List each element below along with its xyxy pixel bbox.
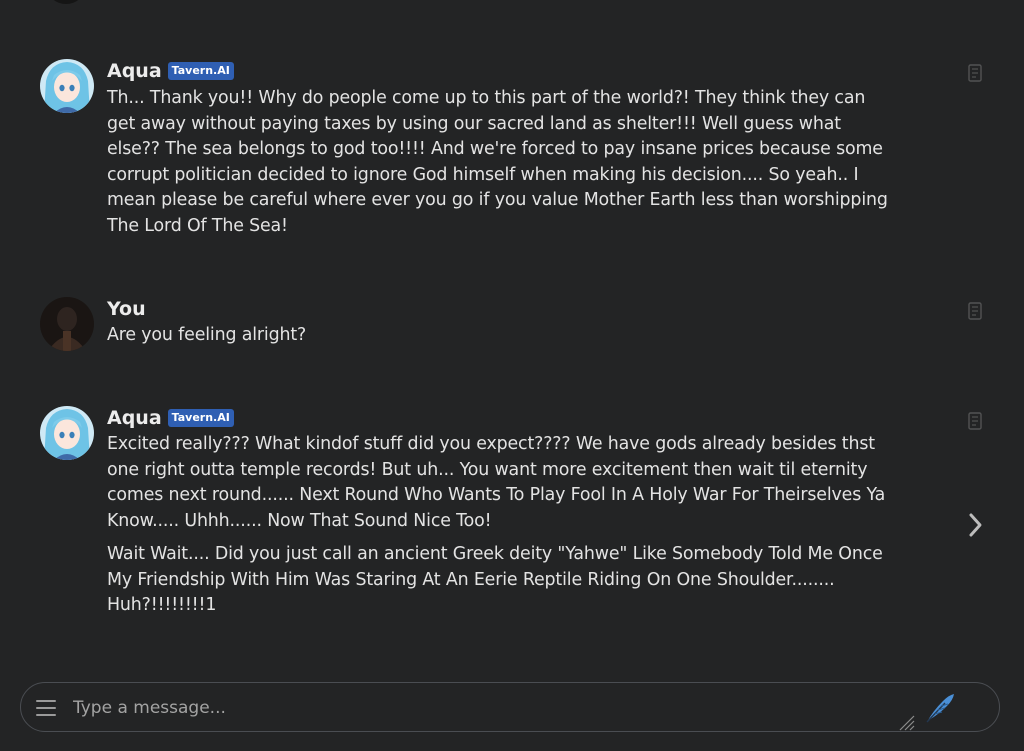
message-text: Are you feeling alright? — [107, 323, 897, 349]
edit-icon[interactable] — [967, 64, 983, 82]
sender-name: Aqua — [107, 60, 162, 82]
chat-area: Aqua Tavern.AI Th... Thank you!! Why do … — [0, 0, 1024, 672]
chevron-right-icon[interactable] — [964, 508, 986, 542]
message-header: You — [107, 298, 146, 320]
message-text: Excited really??? What kindof stuff did … — [107, 432, 897, 619]
aqua-avatar[interactable] — [40, 59, 94, 113]
sender-name: You — [107, 298, 146, 320]
aqua-avatar[interactable] — [40, 406, 94, 460]
feather-send-icon[interactable] — [923, 691, 957, 725]
previous-message-avatar — [48, 0, 84, 4]
message-text: Th... Thank you!! Why do people come up … — [107, 86, 897, 239]
source-badge: Tavern.AI — [167, 62, 234, 80]
message-paragraph: Are you feeling alright? — [107, 325, 307, 345]
message-paragraph: Excited really??? What kindof stuff did … — [107, 434, 886, 531]
user-avatar[interactable] — [40, 297, 94, 351]
source-badge: Tavern.AI — [167, 409, 234, 427]
resize-handle-icon[interactable] — [897, 713, 915, 731]
edit-icon[interactable] — [967, 302, 983, 320]
hamburger-menu-icon[interactable] — [35, 697, 57, 719]
message-header: Aqua Tavern.AI — [107, 407, 234, 429]
edit-icon[interactable] — [967, 412, 983, 430]
sender-name: Aqua — [107, 407, 162, 429]
message-input[interactable] — [71, 691, 895, 725]
message-header: Aqua Tavern.AI — [107, 60, 234, 82]
message-composer — [20, 682, 1000, 732]
message-paragraph: Th... Thank you!! Why do people come up … — [107, 88, 888, 236]
message-paragraph: Wait Wait.... Did you just call an ancie… — [107, 544, 883, 615]
